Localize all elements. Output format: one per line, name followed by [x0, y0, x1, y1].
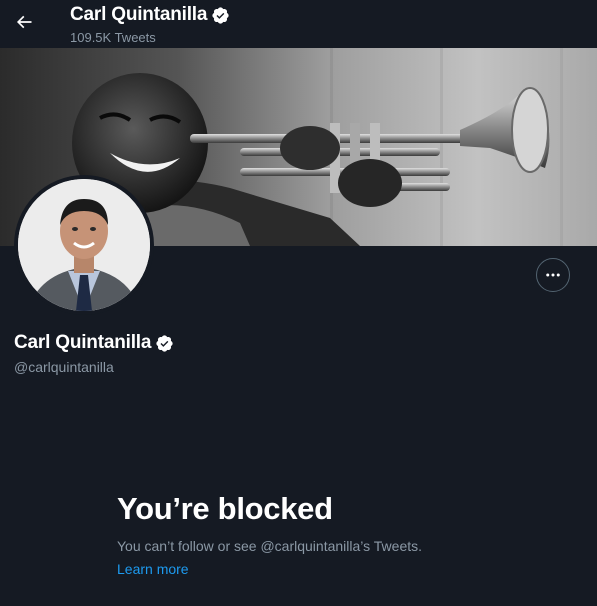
header-name-row: Carl Quintanilla — [70, 3, 230, 27]
profile-page: Carl Quintanilla 109.5K Tweets Carl Quin… — [0, 0, 597, 606]
verified-badge-icon — [155, 334, 174, 353]
back-button[interactable] — [6, 4, 42, 40]
avatar[interactable] — [14, 175, 154, 315]
profile-header: Carl Quintanilla 109.5K Tweets — [0, 0, 597, 48]
blocked-subtitle: You can’t follow or see @carlquintanilla… — [117, 538, 423, 554]
profile-handle: @carlquintanilla — [14, 359, 114, 375]
arrow-left-icon — [16, 15, 32, 29]
avatar-photo — [18, 179, 150, 311]
more-options-button[interactable] — [536, 258, 570, 292]
blocked-title: You’re blocked — [117, 491, 333, 526]
tweet-count: 109.5K Tweets — [70, 30, 156, 45]
more-horizontal-icon — [546, 273, 560, 277]
profile-name: Carl Quintanilla — [14, 332, 152, 353]
blocked-message: You’re blocked You can’t follow or see @… — [117, 490, 557, 579]
profile-info: Carl Quintanilla @carlquintanilla — [14, 331, 174, 377]
profile-name-row: Carl Quintanilla — [14, 331, 174, 355]
learn-more-link[interactable]: Learn more — [117, 559, 189, 579]
verified-badge-icon — [211, 6, 230, 25]
header-name: Carl Quintanilla — [70, 4, 208, 25]
header-title-block: Carl Quintanilla 109.5K Tweets — [70, 3, 230, 47]
